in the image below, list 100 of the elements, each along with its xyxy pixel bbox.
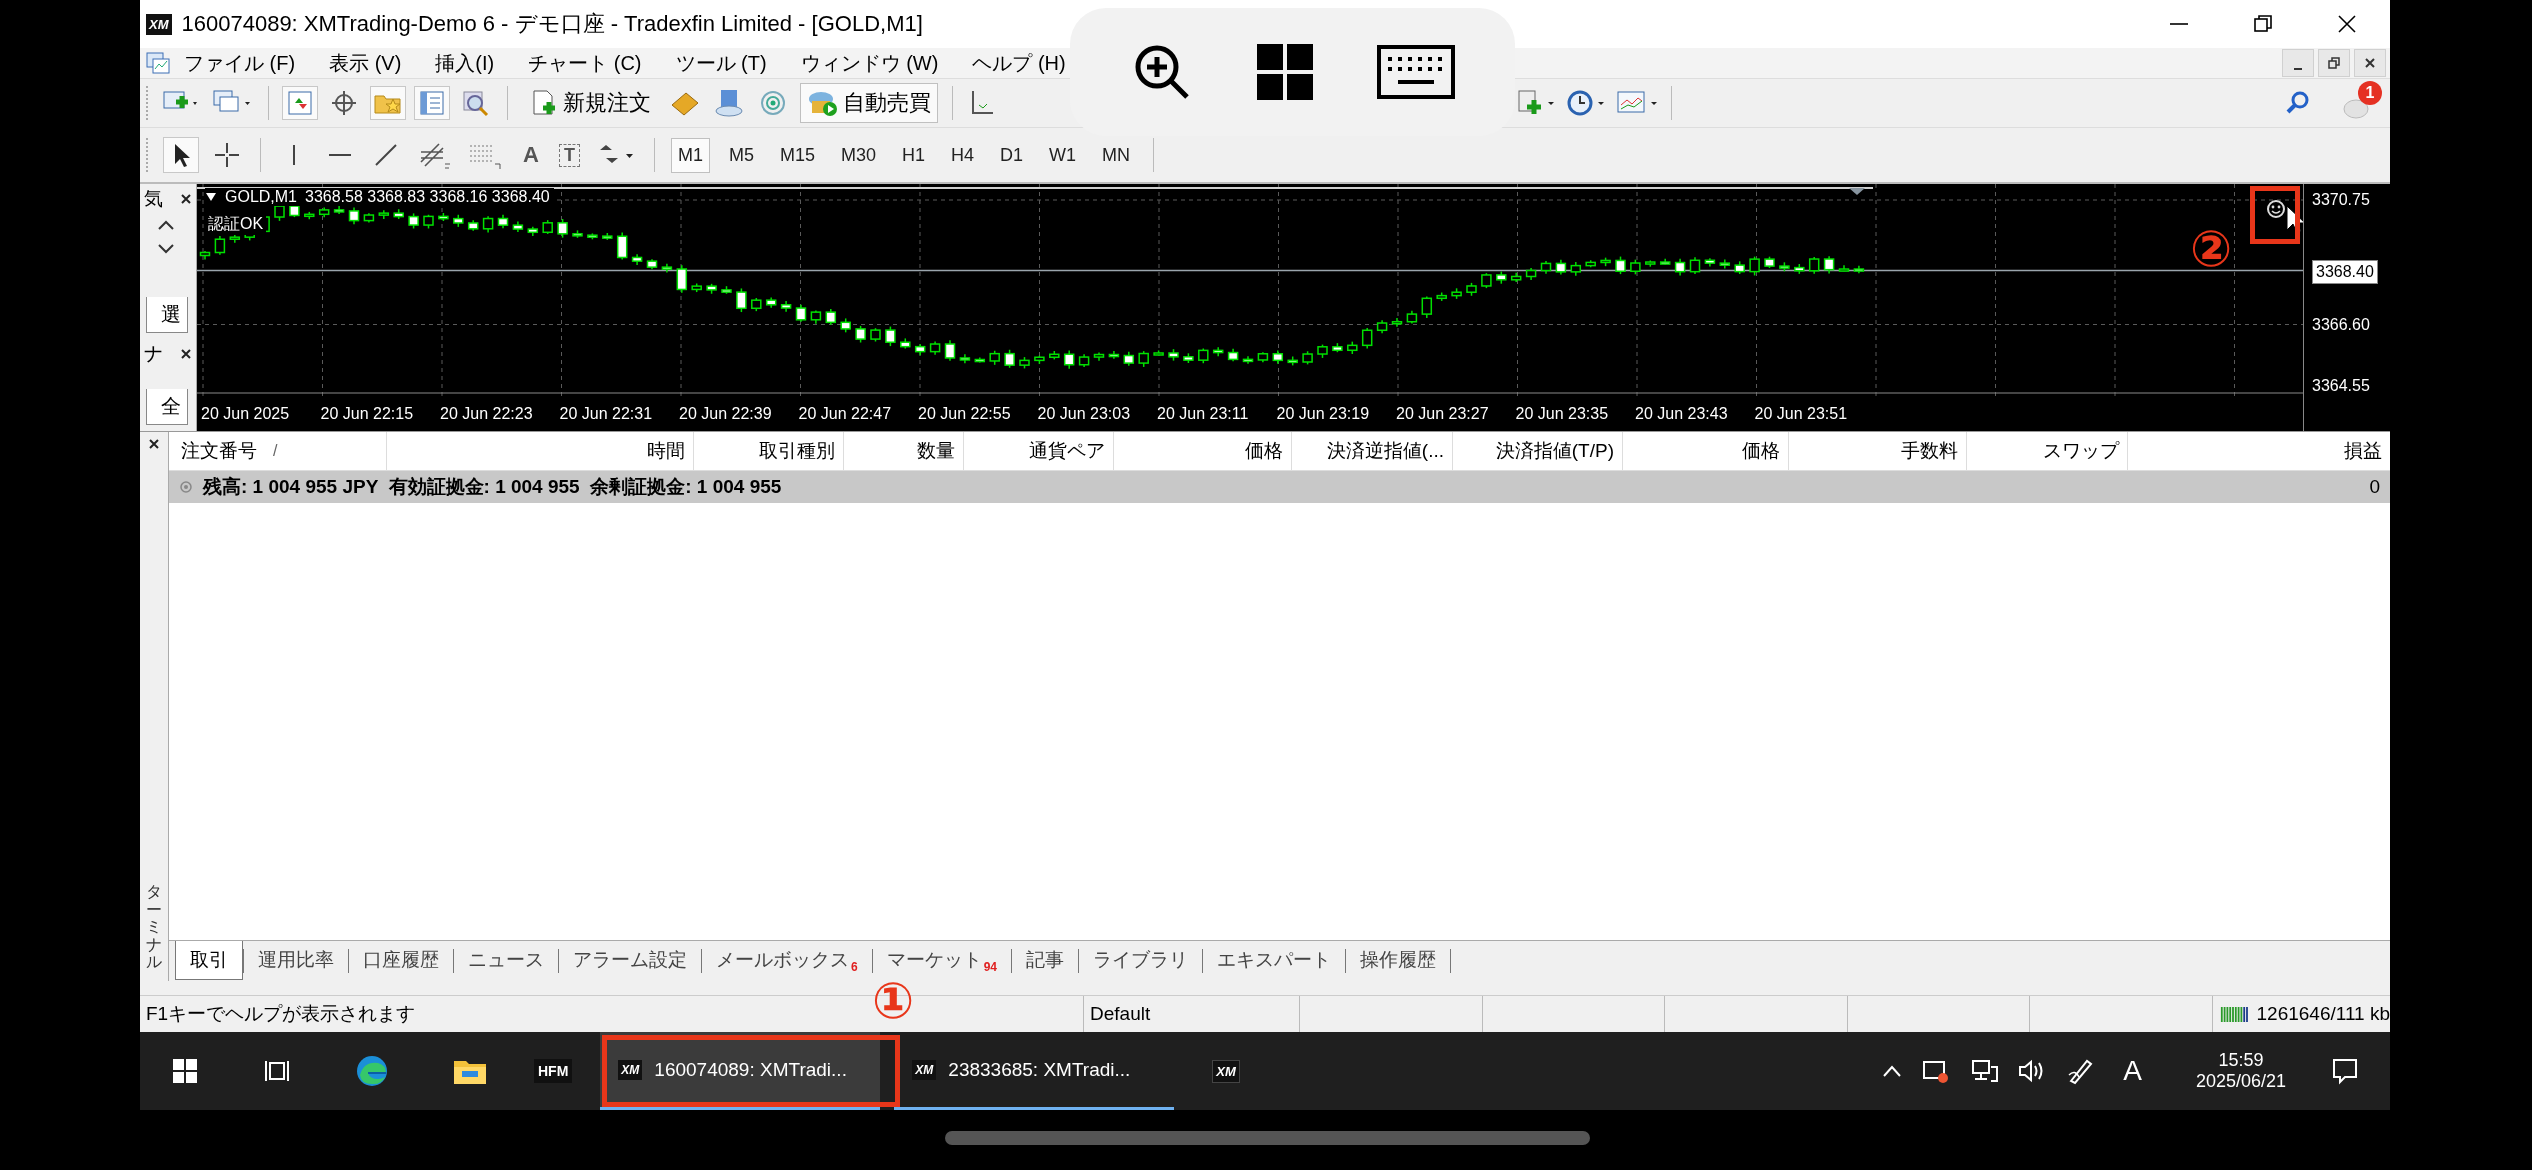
timeframe-button[interactable]: MN [1095,137,1137,173]
notification-badge: 1 [2358,81,2382,105]
timeframe-button[interactable]: W1 [1042,137,1083,173]
terminal-icon[interactable] [415,87,449,119]
timeframe-button[interactable]: H4 [943,137,981,173]
column-header[interactable]: 決済指値(T/P) [1495,438,1614,464]
time-label: 20 Jun 22:15 [320,404,415,423]
terminal-tab[interactable]: アラーム設定 [559,941,701,979]
timeframe-button[interactable]: H1 [894,137,932,173]
step-number: ② [2190,224,2233,274]
terminal-tab[interactable]: 操作履歴 [1346,941,1451,979]
panel-tab[interactable]: 選 [146,297,188,333]
terminal-tab[interactable]: ライブラリ [1079,941,1203,979]
timeframe-button[interactable]: M30 [833,137,883,173]
column-header[interactable]: 注文番号 [181,438,257,464]
terminal-label: ターミナル [146,883,162,971]
terminal-tab[interactable]: 記事 [1012,941,1079,979]
menu-item[interactable]: ウィンドウ (W) [800,49,939,77]
summary-row[interactable]: 残高: 1 004 955 JPY 有効証拠金: 1 004 955 余剰証拠金: 1 004 955 0 [169,471,2390,503]
column-header[interactable]: 損益 [2344,438,2382,464]
close-icon[interactable] [2336,13,2358,35]
windows-start-icon[interactable] [170,1056,200,1086]
text-tool[interactable]: A [515,142,547,168]
cursor-icon[interactable] [164,138,198,172]
scroll-up-icon[interactable] [156,218,176,232]
terminal-tab[interactable]: 取引 [175,941,243,980]
autotrading-button[interactable]: 自動売買 [800,83,938,123]
menu-item[interactable]: 表示 (V) [329,49,402,77]
time-label: 20 Jun 22:39 [679,404,773,423]
timeframe-button[interactable]: D1 [993,137,1030,173]
column-header[interactable]: 通貨ペア [1029,438,1105,464]
input-method-indicator[interactable]: A [2123,1055,2142,1087]
balance-summary: 残高: 1 004 955 JPY 有効証拠金: 1 004 955 余剰証拠金: 1 004 955 [203,475,782,499]
xm-app-icon[interactable]: XM [1212,1059,1240,1083]
restore-icon[interactable] [2252,13,2274,35]
window-title: 160074089: XMTrading-Demo 6 - デモ口座 - Tradexfin Limited - [GOLD,M1] [181,10,923,38]
text-label-tool[interactable]: T [558,143,580,167]
column-header[interactable]: スワップ [2043,438,2119,464]
time-label: 20 Jun 22:55 [918,404,1012,423]
terminal-tab[interactable]: 運用比率 [244,941,348,979]
price-label: 3370.75 [2312,190,2370,210]
traffic-text: 1261646/111 kb [2256,1003,2390,1025]
notification-icon[interactable] [2330,1056,2360,1086]
new-order-button[interactable]: 新規注文 [522,83,658,123]
time-label: 20 Jun 22:31 [559,404,654,423]
panel-tab[interactable]: 全 [146,389,188,425]
column-header[interactable]: 数量 [917,438,955,464]
scroll-down-icon[interactable] [156,242,176,256]
close-icon[interactable] [180,348,192,360]
app-logo: XM [146,13,172,35]
profit-value: 0 [2369,476,2380,498]
shift-marker-icon[interactable] [1849,188,1865,195]
timeframe-button[interactable]: M5 [721,137,761,173]
terminal-tab[interactable]: ニュース [454,941,558,979]
menu-item[interactable]: ツール (T) [675,49,767,77]
hfm-app-icon[interactable]: HFM [534,1059,573,1083]
close-button[interactable] [2354,49,2386,77]
time-label: 20 Jun 23:35 [1515,404,1610,423]
column-header[interactable]: 決済逆指値(... [1326,438,1444,464]
taskbar-window-button[interactable]: XM 23833685: XMTradi... [894,1032,1175,1110]
terminal-tab[interactable]: メールボックス$_{6}$ [702,941,872,980]
close-icon [2364,57,2376,69]
network-icon[interactable] [1969,1057,2000,1085]
panel-title: 気 [144,187,163,211]
chart-window-icon[interactable] [146,52,170,74]
close-icon[interactable] [180,193,192,205]
column-header[interactable]: 価格 [1742,438,1780,464]
terminal-tab[interactable]: 口座履歴 [349,941,453,979]
keyboard-icon[interactable] [1375,44,1456,100]
menu-item[interactable]: ファイル (F) [184,49,296,77]
sort-indicator: / [273,442,278,460]
community-icon[interactable] [712,87,746,119]
time-label: 20 Jun 23:43 [1635,404,1729,423]
time-label: 20 Jun 23:19 [1276,404,1371,423]
smiley-icon[interactable] [2265,198,2287,220]
restore-button[interactable] [2318,49,2350,77]
time-label: 20 Jun 22:47 [798,404,893,423]
market-watch-icon[interactable] [283,87,317,119]
clock-time[interactable]: 15:59 [2218,1050,2264,1071]
column-header[interactable]: 時間 [647,438,685,464]
menu-item[interactable]: 挿入(I) [435,49,495,77]
timeframe-button[interactable]: M15 [772,137,822,173]
dropdown-icon[interactable] [205,192,217,202]
clock-date[interactable]: 2025/06/21 [2195,1071,2286,1092]
minimize-icon [2294,68,2302,70]
column-header[interactable]: 取引種別 [759,438,835,464]
terminal-tab[interactable]: エキスパート [1203,941,1346,979]
column-header[interactable]: 手数料 [1901,438,1958,464]
chart-symbol: GOLD,M1 [225,188,297,206]
menu-item[interactable]: ヘルプ (H) [972,49,1066,77]
timeframe-button[interactable]: M1 [670,137,710,173]
column-header[interactable]: 価格 [1245,438,1283,464]
browser-icon[interactable] [354,1053,390,1089]
price-label: 3366.60 [2312,314,2370,335]
ohlc-values: 3368.58 3368.83 3368.16 3368.40 [305,188,550,206]
chevron-up-icon[interactable] [1881,1063,1904,1079]
menu-item[interactable]: チャート (C) [528,49,642,77]
time-label: 20 Jun 2025 [201,404,291,423]
close-icon[interactable] [148,438,160,450]
restore-icon [2328,57,2340,69]
